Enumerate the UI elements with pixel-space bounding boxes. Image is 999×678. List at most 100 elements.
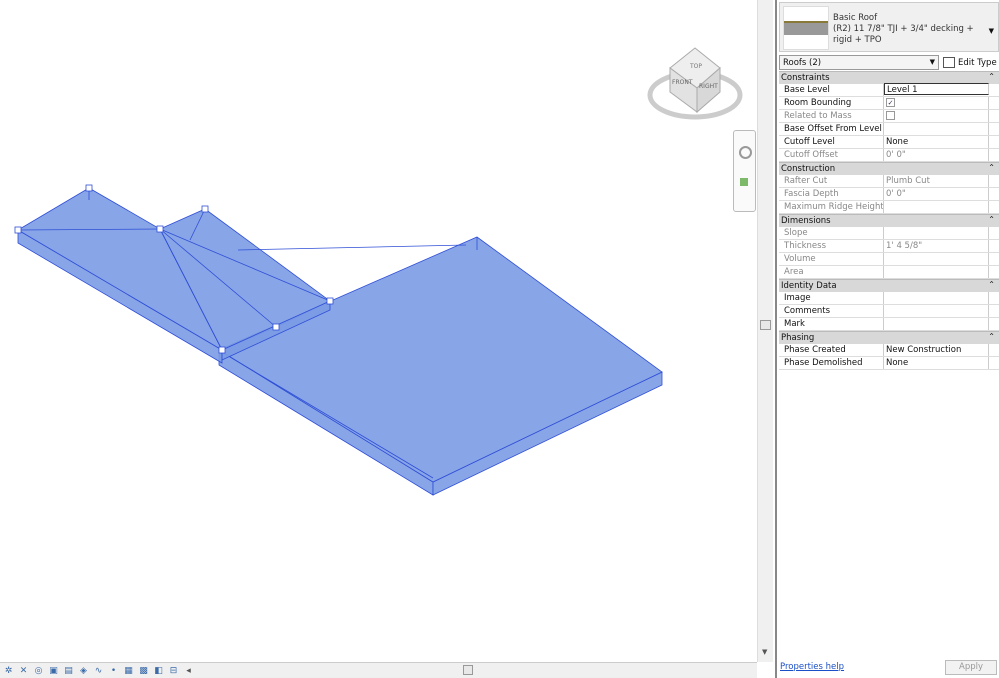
property-label: Image: [779, 292, 884, 304]
type-selector[interactable]: Basic Roof (R2) 11 7/8" TJI + 3/4" deckin…: [779, 2, 999, 52]
properties-palette: Basic Roof (R2) 11 7/8" TJI + 3/4" deckin…: [775, 0, 999, 678]
detail-level-icon[interactable]: ▩: [137, 665, 150, 677]
group-header-identity-data[interactable]: Identity Data ⌃: [779, 279, 999, 292]
vertical-scrollbar[interactable]: ▼: [757, 0, 773, 662]
crop-icon[interactable]: ▤: [62, 665, 75, 677]
checkbox[interactable]: ✓: [886, 98, 895, 107]
property-label: Mark: [779, 318, 884, 330]
property-row: Volume: [779, 253, 999, 266]
property-row: Slope: [779, 227, 999, 240]
property-value[interactable]: None: [884, 357, 989, 369]
visual-style-icon[interactable]: ▦: [122, 665, 135, 677]
property-label: Room Bounding: [779, 97, 884, 109]
property-row: Cutoff Level None: [779, 136, 999, 149]
collapse-icon[interactable]: ⌃: [988, 280, 995, 289]
scale-icon[interactable]: ◧: [152, 665, 165, 677]
sun-path-icon[interactable]: •: [107, 665, 120, 677]
property-label: Base Offset From Level: [779, 123, 884, 135]
property-value: [884, 227, 989, 239]
property-value: [884, 201, 989, 213]
property-row: Thickness 1' 4 5/8": [779, 240, 999, 253]
property-value: [884, 253, 989, 265]
show-crop-icon[interactable]: ◈: [77, 665, 90, 677]
group-header-phasing[interactable]: Phasing ⌃: [779, 331, 999, 344]
viewcube-front[interactable]: FRONT: [672, 79, 693, 86]
temporary-hide-icon[interactable]: ▣: [47, 665, 60, 677]
render-icon[interactable]: ∿: [92, 665, 105, 677]
scroll-thumb[interactable]: [463, 665, 473, 675]
property-row: Rafter Cut Plumb Cut: [779, 175, 999, 188]
navigation-bar[interactable]: [733, 130, 756, 212]
property-value: 0' 0": [884, 188, 989, 200]
checkbox: [886, 111, 895, 120]
property-row: Base Level Level 1: [779, 83, 999, 97]
property-row: Image: [779, 292, 999, 305]
property-label: Fascia Depth: [779, 188, 884, 200]
group-header-dimensions[interactable]: Dimensions ⌃: [779, 214, 999, 227]
3d-view-canvas[interactable]: TOP FRONT RIGHT: [0, 0, 757, 662]
property-label: Area: [779, 266, 884, 278]
property-value: Plumb Cut: [884, 175, 989, 187]
group-title: Phasing: [781, 333, 815, 343]
properties-grid: Constraints ⌃ Base Level Level 1 Room Boundi…: [779, 71, 999, 370]
property-row: Fascia Depth 0' 0": [779, 188, 999, 201]
property-row: Base Offset From Level: [779, 123, 999, 136]
property-label: Phase Demolished: [779, 357, 884, 369]
property-label: Slope: [779, 227, 884, 239]
property-label: Cutoff Level: [779, 136, 884, 148]
group-title: Construction: [781, 164, 836, 174]
viewcube-right[interactable]: RIGHT: [699, 83, 718, 90]
property-value: [884, 266, 989, 278]
property-value[interactable]: [884, 292, 989, 304]
property-label: Thickness: [779, 240, 884, 252]
chevron-down-icon[interactable]: ▼: [989, 27, 994, 35]
property-row: Phase Created New Construction: [779, 344, 999, 357]
viewcube-top[interactable]: TOP: [689, 63, 702, 70]
property-row: Comments: [779, 305, 999, 318]
apply-button[interactable]: Apply: [945, 660, 997, 675]
property-value[interactable]: Level 1: [884, 83, 989, 95]
property-label: Maximum Ridge Height: [779, 201, 884, 213]
property-value: 0' 0": [884, 149, 989, 161]
element-filter-dropdown[interactable]: Roofs (2) ▼: [779, 55, 939, 70]
group-title: Identity Data: [781, 281, 837, 291]
collapse-icon[interactable]: ⌃: [988, 163, 995, 172]
property-row: Room Bounding ✓: [779, 97, 999, 110]
chevron-down-icon: ▼: [929, 58, 935, 66]
zoom-region-icon[interactable]: [740, 178, 748, 186]
steering-wheel-icon[interactable]: [739, 146, 752, 159]
property-value[interactable]: [884, 123, 989, 135]
edit-type-icon: [943, 57, 955, 68]
collapse-icon[interactable]: ⌃: [988, 215, 995, 224]
property-value[interactable]: [884, 305, 989, 317]
scroll-down-arrow[interactable]: ▼: [762, 648, 767, 656]
property-value[interactable]: New Construction: [884, 344, 989, 356]
scroll-thumb[interactable]: [760, 320, 771, 330]
roof-model[interactable]: TOP FRONT RIGHT: [0, 0, 757, 662]
edit-type-button[interactable]: Edit Type: [943, 55, 997, 70]
property-row: Mark: [779, 318, 999, 331]
property-row: Related to Mass: [779, 110, 999, 123]
worksharing-icon[interactable]: ✲: [2, 665, 15, 677]
property-label: Comments: [779, 305, 884, 317]
viewcube[interactable]: TOP FRONT RIGHT: [647, 47, 743, 120]
property-row: Cutoff Offset 0' 0": [779, 149, 999, 162]
property-value[interactable]: None: [884, 136, 989, 148]
group-header-construction[interactable]: Construction ⌃: [779, 162, 999, 175]
horizontal-scrollbar[interactable]: [178, 664, 748, 676]
collapse-icon[interactable]: ⌃: [988, 332, 995, 341]
property-value[interactable]: ✓: [884, 97, 989, 109]
property-label: Related to Mass: [779, 110, 884, 122]
property-row: Phase Demolished None: [779, 357, 999, 370]
property-label: Cutoff Offset: [779, 149, 884, 161]
collapse-icon[interactable]: ⌃: [988, 72, 995, 81]
type-preview: [783, 6, 829, 50]
reveal-icon[interactable]: ◎: [32, 665, 45, 677]
property-label: Phase Created: [779, 344, 884, 356]
properties-help-link[interactable]: Properties help: [780, 662, 844, 672]
property-row: Area: [779, 266, 999, 279]
family-name: Basic Roof: [833, 13, 878, 23]
property-label: Volume: [779, 253, 884, 265]
remove-icon[interactable]: ✕: [17, 665, 30, 677]
property-value[interactable]: [884, 318, 989, 330]
